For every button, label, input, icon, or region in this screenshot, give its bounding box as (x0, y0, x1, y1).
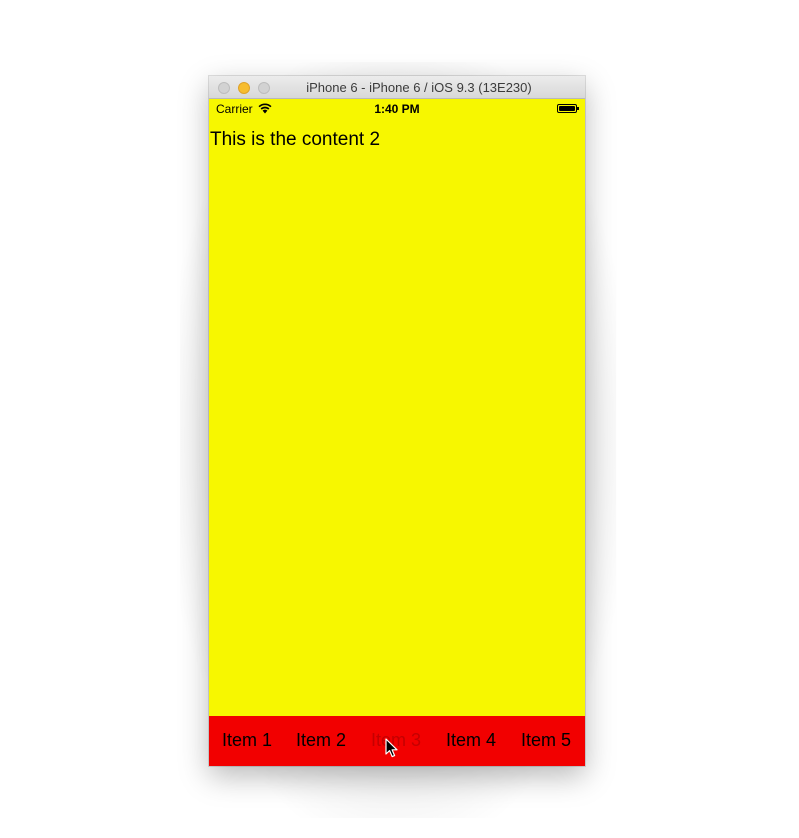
arrow-cursor-icon (385, 738, 398, 758)
window-title: iPhone 6 - iPhone 6 / iOS 9.3 (13E230) (306, 80, 532, 95)
status-bar: Carrier 1:40 PM (209, 99, 585, 119)
status-time: 1:40 PM (374, 102, 420, 116)
tab-item-5[interactable]: Item 5 (521, 730, 571, 751)
tab-item-1[interactable]: Item 1 (222, 730, 272, 751)
simulator-window: iPhone 6 - iPhone 6 / iOS 9.3 (13E230) C… (209, 76, 585, 766)
title-bar: iPhone 6 - iPhone 6 / iOS 9.3 (13E230) (209, 76, 585, 99)
tab-item-2[interactable]: Item 2 (296, 730, 346, 751)
content-label: This is the content 2 (210, 129, 381, 150)
device-screen: Carrier 1:40 PM This is the content 2 It… (209, 99, 585, 766)
tab-item-4[interactable]: Item 4 (446, 730, 496, 751)
battery-icon (557, 104, 579, 113)
